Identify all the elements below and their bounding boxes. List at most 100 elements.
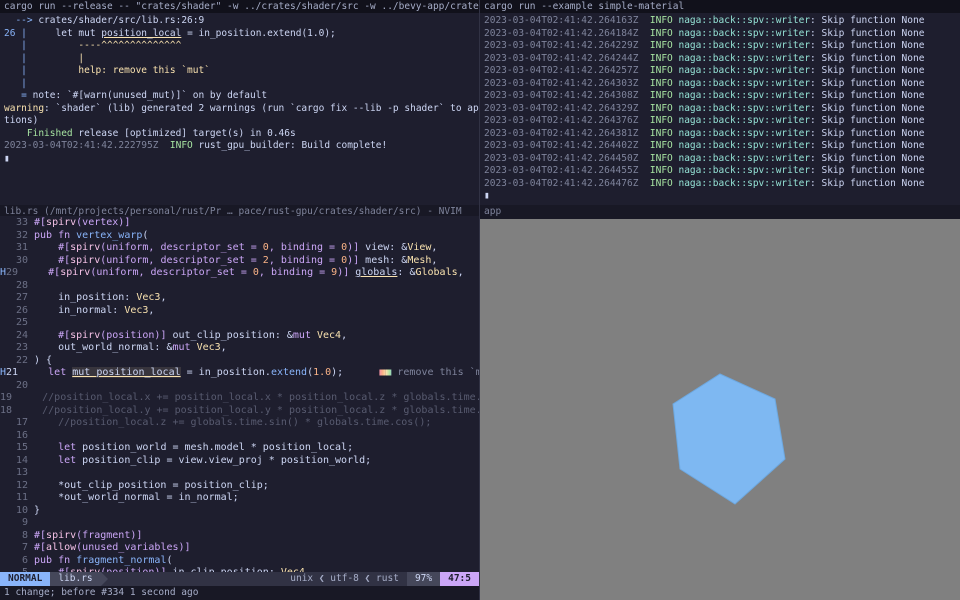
gutter-sign <box>0 455 12 468</box>
terminal-line: | help: remove this `mut` <box>4 65 475 78</box>
code-text: out_world_normal: &mut Vec3, <box>34 342 479 355</box>
code-line[interactable]: 8#[spirv(fragment)] <box>0 530 479 543</box>
gutter-sign <box>0 530 12 543</box>
code-line[interactable]: 15 let position_world = mesh.model * pos… <box>0 442 479 455</box>
code-text: in_normal: Vec3, <box>34 305 479 318</box>
gutter-linenum: 23 <box>12 342 34 355</box>
gutter-linenum: 17 <box>12 417 34 430</box>
gutter-sign <box>0 355 12 368</box>
code-line[interactable]: 25 <box>0 317 479 330</box>
code-text: #[spirv(fragment)] <box>34 530 479 543</box>
gutter-linenum: 14 <box>12 455 34 468</box>
log-line: 2023-03-04T02:41:42.264308Z INFO naga::b… <box>484 90 956 103</box>
gutter-linenum: 24 <box>12 330 34 343</box>
code-text: *out_world_normal = in_normal; <box>34 492 479 505</box>
gutter-linenum: 26 <box>12 305 34 318</box>
gutter-sign <box>0 342 12 355</box>
code-line[interactable]: 16 <box>0 430 479 443</box>
gutter-sign <box>0 480 12 493</box>
code-line[interactable]: 24 #[spirv(position)] out_clip_position:… <box>0 330 479 343</box>
code-line[interactable]: 22) { <box>0 355 479 368</box>
gutter-sign <box>0 217 12 230</box>
code-text: pub fn vertex_warp( <box>34 230 479 243</box>
gutter-sign <box>0 430 12 443</box>
gutter-linenum: 16 <box>12 430 34 443</box>
gutter-sign <box>0 255 12 268</box>
code-line[interactable]: 17 //position_local.z += globals.time.si… <box>0 417 479 430</box>
code-line[interactable]: 32pub fn vertex_warp( <box>0 230 479 243</box>
code-line[interactable]: 13 <box>0 467 479 480</box>
gutter-linenum: 18 <box>0 405 18 418</box>
gutter-sign <box>0 280 12 293</box>
gutter-sign <box>0 317 12 330</box>
status-mode: NORMAL <box>0 572 50 586</box>
status-percent: 97% <box>407 572 440 586</box>
code-line[interactable]: 28 <box>0 280 479 293</box>
gutter-sign <box>0 242 12 255</box>
code-line[interactable]: 12 *out_clip_position = position_clip; <box>0 480 479 493</box>
log-line: 2023-03-04T02:41:42.264476Z INFO naga::b… <box>484 178 956 191</box>
gutter-linenum: 22 <box>12 355 34 368</box>
code-text: *out_clip_position = position_clip; <box>34 480 479 493</box>
terminal-line: warning: `shader` (lib) generated 2 warn… <box>4 103 475 116</box>
code-text <box>34 380 479 393</box>
code-line[interactable]: 23 out_world_normal: &mut Vec3, <box>0 342 479 355</box>
gutter-sign <box>0 542 12 555</box>
code-line[interactable]: H29 #[spirv(uniform, descriptor_set = 0,… <box>0 267 479 280</box>
code-line[interactable]: 30 #[spirv(uniform, descriptor_set = 2, … <box>0 255 479 268</box>
log-line: 2023-03-04T02:41:42.264450Z INFO naga::b… <box>484 153 956 166</box>
code-line[interactable]: H21 let mut position_local = in_position… <box>0 367 479 380</box>
code-text: #[spirv(position)] out_clip_position: &m… <box>34 330 479 343</box>
terminal-left[interactable]: cargo run --release -- "crates/shader" -… <box>0 0 480 205</box>
code-line[interactable]: 10} <box>0 505 479 518</box>
log-line: 2023-03-04T02:41:42.264329Z INFO naga::b… <box>484 103 956 116</box>
code-text: ) { <box>34 355 479 368</box>
code-line[interactable]: 33#[spirv(vertex)] <box>0 217 479 230</box>
code-line[interactable]: 27 in_position: Vec3, <box>0 292 479 305</box>
editor-message: 1 change; before #334 1 second ago <box>0 586 479 600</box>
code-line[interactable]: 11 *out_world_normal = in_normal; <box>0 492 479 505</box>
app-viewport[interactable] <box>480 219 960 600</box>
code-text: //position_local.x += position_local.x *… <box>18 392 479 405</box>
gutter-sign <box>0 380 12 393</box>
code-text <box>34 467 479 480</box>
gutter-sign <box>0 442 12 455</box>
code-line[interactable]: 20 <box>0 380 479 393</box>
app-pane[interactable]: app <box>480 205 960 600</box>
gutter-sign <box>0 517 12 530</box>
code-line[interactable]: 26 in_normal: Vec3, <box>0 305 479 318</box>
code-line[interactable]: 7#[allow(unused_variables)] <box>0 542 479 555</box>
editor-pane[interactable]: lib.rs (/mnt/projects/personal/rust/Pr …… <box>0 205 480 600</box>
log-line: 2023-03-04T02:41:42.264163Z INFO naga::b… <box>484 15 956 28</box>
gutter-sign <box>0 555 12 568</box>
gutter-linenum: 32 <box>12 230 34 243</box>
gutter-linenum: 8 <box>12 530 34 543</box>
terminal-line: | <box>4 78 475 91</box>
editor-tabline: lib.rs (/mnt/projects/personal/rust/Pr …… <box>0 205 479 217</box>
gutter-linenum: 12 <box>12 480 34 493</box>
log-line: 2023-03-04T02:41:42.264184Z INFO naga::b… <box>484 28 956 41</box>
log-line: 2023-03-04T02:41:42.264229Z INFO naga::b… <box>484 40 956 53</box>
log-line: 2023-03-04T02:41:42.264402Z INFO naga::b… <box>484 140 956 153</box>
gutter-sign <box>0 230 12 243</box>
code-line[interactable]: 6pub fn fragment_normal( <box>0 555 479 568</box>
terminal-left-title: cargo run --release -- "crates/shader" -… <box>0 0 479 13</box>
gutter-sign <box>0 292 12 305</box>
code-text: #[spirv(uniform, descriptor_set = 2, bin… <box>34 255 479 268</box>
log-line: 2023-03-04T02:41:42.264455Z INFO naga::b… <box>484 165 956 178</box>
code-text: #[spirv(uniform, descriptor_set = 0, bin… <box>24 267 479 280</box>
code-line[interactable]: 9 <box>0 517 479 530</box>
terminal-line: Finished release [optimized] target(s) i… <box>4 128 475 141</box>
code-text <box>34 430 479 443</box>
log-line: 2023-03-04T02:41:42.264257Z INFO naga::b… <box>484 65 956 78</box>
code-line[interactable]: 31 #[spirv(uniform, descriptor_set = 0, … <box>0 242 479 255</box>
statusline: NORMAL lib.rs unix ❮ utf-8 ❮ rust 97% 47… <box>0 572 479 586</box>
terminal-right[interactable]: cargo run --example simple-material 2023… <box>480 0 960 205</box>
code-line[interactable]: 19 //position_local.x += position_local.… <box>0 392 479 405</box>
gutter-linenum: 27 <box>12 292 34 305</box>
code-line[interactable]: 14 let position_clip = view.view_proj * … <box>0 455 479 468</box>
gutter-linenum: 15 <box>12 442 34 455</box>
gutter-linenum: 9 <box>12 517 34 530</box>
code-text: #[spirv(vertex)] <box>34 217 479 230</box>
code-line[interactable]: 18 //position_local.y += position_local.… <box>0 405 479 418</box>
